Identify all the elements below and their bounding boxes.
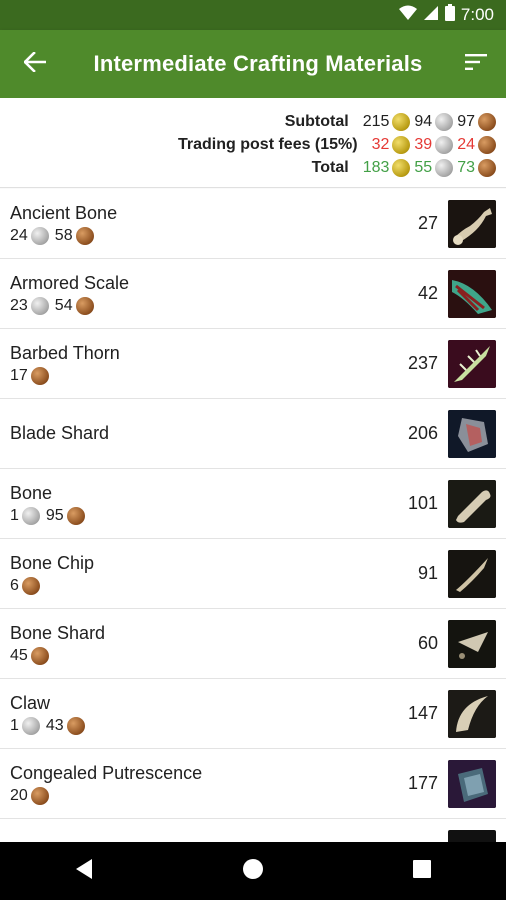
bone-shard-icon xyxy=(448,619,496,668)
subtotal-copper: 97 xyxy=(457,112,475,130)
gold-coin-icon xyxy=(392,135,411,154)
back-nav-button[interactable] xyxy=(74,858,94,885)
home-nav-button[interactable] xyxy=(242,858,264,885)
fees-copper: 24 xyxy=(457,135,475,153)
blade-shard-icon xyxy=(448,409,496,458)
item-quantity: 206 xyxy=(407,423,438,443)
recents-nav-button[interactable] xyxy=(412,859,432,884)
copper-coin-icon xyxy=(478,112,496,131)
item-price: 1 43 xyxy=(10,716,368,735)
item-quantity: 60 xyxy=(417,633,438,653)
total-copper: 73 xyxy=(457,158,475,176)
list-item[interactable]: Armored Scale 23 54 42 xyxy=(0,259,506,329)
silver-coin-icon xyxy=(435,112,454,131)
copper-coin-icon xyxy=(30,366,49,385)
item-name: Blade Shard xyxy=(10,423,110,443)
item-name: Bone xyxy=(10,482,53,503)
subtotal-silver: 94 xyxy=(414,112,433,130)
list-item[interactable]: Bone 1 95 101 xyxy=(0,469,506,539)
copper-coin-icon xyxy=(30,646,49,665)
list-item[interactable]: Blade Shard 206 xyxy=(0,399,506,469)
item-name: Bone Shard xyxy=(10,622,106,643)
copper-coin-icon xyxy=(66,716,85,735)
list-item[interactable]: Bone Shard 45 60 xyxy=(0,609,506,679)
congealed-putrescence-icon xyxy=(448,759,496,808)
claw-icon xyxy=(448,689,496,738)
list-item[interactable]: Claw 1 43 147 xyxy=(0,679,506,749)
silver-coin-icon xyxy=(30,296,49,315)
sort-icon xyxy=(465,53,487,76)
item-name: Armored Scale xyxy=(10,272,130,293)
silver-coin-icon xyxy=(30,226,49,245)
fees-gold: 32 xyxy=(371,135,390,153)
navigation-bar xyxy=(0,842,506,900)
item-price: 20 xyxy=(10,786,368,805)
item-quantity: 177 xyxy=(407,773,438,793)
total-row: Total 183 55 73 xyxy=(0,156,506,179)
list-item[interactable]: Congealed Putrescence 20 177 xyxy=(0,749,506,819)
item-name: Claw xyxy=(10,692,51,713)
battery-icon xyxy=(444,4,455,26)
arrow-back-icon xyxy=(23,50,47,77)
list-item[interactable]: Barbed Thorn 17 237 xyxy=(0,329,506,399)
wifi-icon xyxy=(398,5,417,26)
signal-icon xyxy=(423,5,439,26)
copper-coin-icon xyxy=(75,226,94,245)
fees-label: Trading post fees (15%) xyxy=(178,135,358,153)
item-price: 45 xyxy=(10,646,368,665)
item-name: Bone Chip xyxy=(10,552,95,573)
total-silver: 55 xyxy=(414,158,433,176)
subtotal-label: Subtotal xyxy=(284,112,349,130)
bone-icon xyxy=(448,479,496,528)
fees-row: Trading post fees (15%) 32 39 24 xyxy=(0,133,506,156)
gold-coin-icon xyxy=(392,112,411,131)
gold-coin-icon xyxy=(392,158,411,177)
item-price: 1 95 xyxy=(10,506,368,525)
item-price: 17 xyxy=(10,366,368,385)
ancient-bone-icon xyxy=(448,199,496,248)
silver-coin-icon xyxy=(435,158,454,177)
item-quantity: 147 xyxy=(407,703,438,723)
armored-scale-icon xyxy=(448,269,496,318)
back-button[interactable] xyxy=(0,30,70,98)
copper-coin-icon xyxy=(66,506,85,525)
copper-coin-icon xyxy=(478,158,496,177)
status-bar: 7:00 xyxy=(0,0,506,30)
list-item[interactable]: Bone Chip 6 91 xyxy=(0,539,506,609)
copper-coin-icon xyxy=(21,576,40,595)
barbed-thorn-icon xyxy=(448,339,496,388)
page-title: Intermediate Crafting Materials xyxy=(93,51,423,76)
silver-coin-icon xyxy=(21,716,40,735)
sort-button[interactable] xyxy=(446,30,506,98)
item-quantity: 42 xyxy=(417,283,438,303)
list-item[interactable]: Ancient Bone 24 58 27 xyxy=(0,189,506,259)
item-price: 24 58 xyxy=(10,226,368,245)
subtotal-row: Subtotal 215 94 97 xyxy=(0,110,506,133)
item-price: 6 xyxy=(10,576,368,595)
copper-coin-icon xyxy=(75,296,94,315)
subtotal-gold: 215 xyxy=(362,112,390,130)
item-name: Barbed Thorn xyxy=(10,342,120,363)
copper-coin-icon xyxy=(30,786,49,805)
total-gold: 183 xyxy=(362,158,390,176)
item-quantity: 91 xyxy=(417,563,438,583)
item-name: Congealed Putrescence xyxy=(10,762,203,783)
copper-coin-icon xyxy=(478,135,496,154)
bone-chip-icon xyxy=(448,549,496,598)
total-label: Total xyxy=(311,158,349,176)
item-price: 23 54 xyxy=(10,296,368,315)
materials-list: Ancient Bone 24 58 27 Armored Scale 23 5… xyxy=(0,189,506,889)
app-bar: Intermediate Crafting Materials xyxy=(0,30,506,98)
item-name: Ancient Bone xyxy=(10,202,118,223)
item-quantity: 101 xyxy=(407,493,438,513)
price-summary: Subtotal 215 94 97 Trading post fees (15… xyxy=(0,98,506,188)
item-quantity: 237 xyxy=(407,353,438,373)
item-quantity: 27 xyxy=(417,213,438,233)
fees-silver: 39 xyxy=(414,135,433,153)
silver-coin-icon xyxy=(21,506,40,525)
clock: 7:00 xyxy=(460,5,494,24)
silver-coin-icon xyxy=(435,135,454,154)
